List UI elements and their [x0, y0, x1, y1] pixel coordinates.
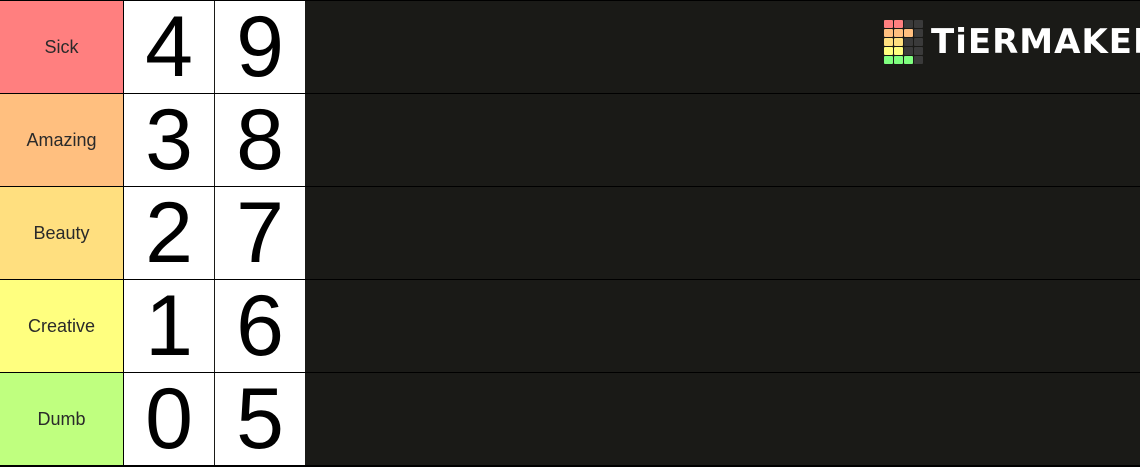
logo-grid-cell: [914, 47, 923, 55]
tier-label-dumb[interactable]: Dumb: [0, 373, 124, 465]
tier-label-creative[interactable]: Creative: [0, 280, 124, 372]
tier-label-amazing[interactable]: Amazing: [0, 94, 124, 186]
logo-grid-cell: [884, 20, 893, 28]
tier-items-amazing: 3 8: [124, 94, 1140, 186]
tier-dropzone[interactable]: [306, 187, 1140, 279]
logo-grid-cell: [894, 47, 903, 55]
tier-item-card[interactable]: 3: [124, 94, 214, 186]
tier-item-card[interactable]: 8: [215, 94, 305, 186]
tier-item-card[interactable]: 7: [215, 187, 305, 279]
logo-grid-cell: [894, 20, 903, 28]
tier-items-dumb: 0 5: [124, 373, 1140, 465]
tier-row-dumb: Dumb 0 5: [0, 373, 1140, 465]
logo-grid-icon: [884, 20, 923, 64]
logo-wordmark: TiERMAKER: [931, 22, 1140, 62]
logo-grid-cell: [894, 29, 903, 37]
tier-item-card[interactable]: 1: [124, 280, 214, 372]
logo-grid-cell: [914, 29, 923, 37]
logo-grid-cell: [894, 38, 903, 46]
logo-grid-cell: [914, 38, 923, 46]
logo-grid-cell: [894, 56, 903, 64]
tier-label-sick[interactable]: Sick: [0, 1, 124, 93]
tier-row-creative: Creative 1 6: [0, 280, 1140, 372]
tier-item-card[interactable]: 9: [215, 1, 305, 93]
logo-grid-cell: [914, 56, 923, 64]
logo-grid-cell: [884, 38, 893, 46]
tier-item-card[interactable]: 5: [215, 373, 305, 465]
tier-board: Sick 4 9 Amazing 3 8 Beauty 2 7 Creative…: [0, 0, 1140, 465]
tier-items-creative: 1 6: [124, 280, 1140, 372]
logo-grid-cell: [904, 29, 913, 37]
logo-grid-cell: [884, 47, 893, 55]
logo-grid-cell: [884, 29, 893, 37]
tier-dropzone[interactable]: [306, 94, 1140, 186]
logo-grid-cell: [914, 20, 923, 28]
tier-item-card[interactable]: 0: [124, 373, 214, 465]
logo-grid-cell: [904, 47, 913, 55]
tier-row-amazing: Amazing 3 8: [0, 94, 1140, 186]
tier-dropzone[interactable]: [306, 373, 1140, 465]
tier-dropzone[interactable]: [306, 280, 1140, 372]
tier-item-card[interactable]: 6: [215, 280, 305, 372]
tier-item-card[interactable]: 2: [124, 187, 214, 279]
logo-grid-cell: [904, 56, 913, 64]
tiermaker-logo[interactable]: TiERMAKER: [884, 20, 1140, 64]
logo-grid-cell: [904, 38, 913, 46]
logo-grid-cell: [904, 20, 913, 28]
tier-label-beauty[interactable]: Beauty: [0, 187, 124, 279]
tier-row-beauty: Beauty 2 7: [0, 187, 1140, 279]
tier-item-card[interactable]: 4: [124, 1, 214, 93]
tier-items-beauty: 2 7: [124, 187, 1140, 279]
logo-grid-cell: [884, 56, 893, 64]
